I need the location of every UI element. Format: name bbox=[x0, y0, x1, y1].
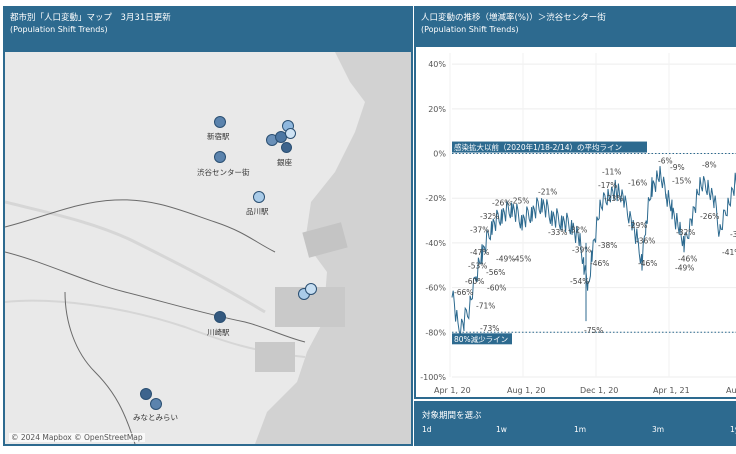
map-header: 都市別「人口変動」マップ 3月31日更新 (Population Shift T… bbox=[5, 8, 411, 52]
data-label: -60% bbox=[487, 284, 506, 293]
data-label: -66% bbox=[454, 288, 473, 297]
y-tick-label: -60% bbox=[425, 284, 446, 293]
map-subtitle: (Population Shift Trends) bbox=[10, 25, 108, 34]
data-label: -47% bbox=[470, 248, 489, 257]
map-canvas[interactable]: 新宿駅 渋谷センター街 銀座 品川駅 川崎駅 みなとみらい © 2024 Map… bbox=[5, 52, 411, 444]
y-tick-label: 40% bbox=[428, 60, 446, 69]
y-tick-label: 0% bbox=[433, 150, 446, 159]
data-label: -21% bbox=[538, 188, 557, 197]
period-panel: 対象期間を選ぶ 1d 1w 1m 3m 1y bbox=[414, 401, 736, 446]
y-tick-label: -80% bbox=[425, 328, 446, 337]
station-label-kawasaki: 川崎駅 bbox=[207, 328, 230, 337]
baseline-label: 感染拡大以前（2020年1/18-2/14）の平均ライン bbox=[454, 142, 622, 152]
data-label: -37% bbox=[470, 226, 489, 235]
map-attribution[interactable]: © 2024 Mapbox © OpenStreetMap bbox=[9, 433, 145, 442]
period-label: 対象期間を選ぶ bbox=[422, 411, 482, 421]
data-label: -32% bbox=[568, 226, 587, 235]
data-label: -41% bbox=[722, 248, 736, 257]
data-label: -54% bbox=[570, 277, 589, 286]
period-option-1d[interactable]: 1d bbox=[422, 425, 432, 434]
data-label: -75% bbox=[584, 326, 603, 335]
data-label: -9% bbox=[670, 163, 685, 172]
chart-area[interactable]: 40% 20% 0% -20% -40% -60% -80% -100% Apr 1, 20 Au… bbox=[416, 47, 736, 397]
data-label: -46% bbox=[590, 259, 609, 268]
station-marker-minatomirai-a[interactable] bbox=[140, 388, 152, 400]
data-label: -26% bbox=[700, 212, 719, 221]
period-option-1m[interactable]: 1m bbox=[574, 425, 586, 434]
y-tick-label: -100% bbox=[420, 373, 446, 382]
data-label: -15% bbox=[672, 176, 691, 185]
data-label: -45% bbox=[512, 255, 531, 264]
period-option-1w[interactable]: 1w bbox=[496, 425, 507, 434]
station-label-shinjuku: 新宿駅 bbox=[207, 132, 230, 141]
data-label: -73% bbox=[480, 324, 499, 333]
data-label: -29% bbox=[628, 221, 647, 230]
data-label: -46% bbox=[638, 259, 657, 268]
data-label: -16% bbox=[628, 179, 647, 188]
data-label: -33% bbox=[730, 230, 736, 239]
data-label: -39% bbox=[572, 246, 591, 255]
x-tick-label: Aug 1, 21 bbox=[726, 386, 736, 395]
data-label: -25% bbox=[510, 196, 529, 205]
station-marker-kawasaki[interactable] bbox=[214, 311, 226, 323]
station-marker-shinjuku[interactable] bbox=[214, 116, 226, 128]
y-tick-label: -20% bbox=[425, 194, 446, 203]
station-label-shibuya: 渋谷センター街 bbox=[197, 168, 250, 177]
period-option-3m[interactable]: 3m bbox=[652, 425, 664, 434]
station-marker-ginza-d[interactable] bbox=[285, 128, 296, 139]
chart-title: 人口変動の推移（増減率(%)）＞渋谷センター街 bbox=[421, 13, 606, 23]
y-tick-label: 20% bbox=[428, 105, 446, 114]
station-marker-ginza-e[interactable] bbox=[281, 142, 292, 153]
chart-panel: 人口変動の推移（増減率(%)）＞渋谷センター街 (Population Shif… bbox=[414, 6, 736, 399]
chart-subtitle: (Population Shift Trends) bbox=[421, 25, 519, 34]
x-tick-label: Apr 1, 21 bbox=[653, 386, 690, 395]
data-label: -23% bbox=[604, 194, 623, 203]
map-base bbox=[5, 52, 411, 444]
x-tick-label: Aug 1, 20 bbox=[507, 386, 546, 395]
data-label: -38% bbox=[598, 241, 617, 250]
data-label: -32% bbox=[480, 212, 499, 221]
data-label: -49% bbox=[675, 264, 694, 273]
data-label: -56% bbox=[486, 268, 505, 277]
period-option-1y[interactable]: 1y bbox=[730, 425, 736, 434]
data-label: -8% bbox=[702, 161, 717, 170]
chart-header: 人口変動の推移（増減率(%)）＞渋谷センター街 (Population Shif… bbox=[416, 8, 736, 47]
data-label: -11% bbox=[602, 167, 621, 176]
data-label: -26% bbox=[492, 199, 511, 208]
data-label: -46% bbox=[678, 255, 697, 264]
data-label: -17% bbox=[598, 181, 617, 190]
data-label: -32% bbox=[676, 228, 695, 237]
data-label: -36% bbox=[636, 237, 655, 246]
y-tick-label: -40% bbox=[425, 239, 446, 248]
station-marker-shibuya[interactable] bbox=[214, 151, 226, 163]
map-panel: 都市別「人口変動」マップ 3月31日更新 (Population Shift T… bbox=[3, 6, 413, 446]
station-marker-minatomirai-b[interactable] bbox=[150, 398, 162, 410]
data-label: -33% bbox=[548, 228, 567, 237]
data-label: -60% bbox=[465, 277, 484, 286]
reduction-label: 80%減少ライン bbox=[454, 334, 508, 344]
station-label-shinagawa: 品川駅 bbox=[246, 207, 269, 216]
map-title: 都市別「人口変動」マップ 3月31日更新 bbox=[10, 13, 171, 23]
station-marker-odaiba-b[interactable] bbox=[305, 283, 317, 295]
data-label: -53% bbox=[468, 261, 487, 270]
data-label: -71% bbox=[476, 301, 495, 310]
station-label-ginza: 銀座 bbox=[277, 158, 292, 167]
x-tick-label: Dec 1, 20 bbox=[580, 386, 618, 395]
station-label-minatomirai: みなとみらい bbox=[133, 413, 178, 422]
trend-chart[interactable]: 40% 20% 0% -20% -40% -60% -80% -100% Apr 1, 20 Au… bbox=[416, 47, 736, 397]
x-tick-label: Apr 1, 20 bbox=[434, 386, 471, 395]
station-marker-shinagawa[interactable] bbox=[253, 191, 265, 203]
